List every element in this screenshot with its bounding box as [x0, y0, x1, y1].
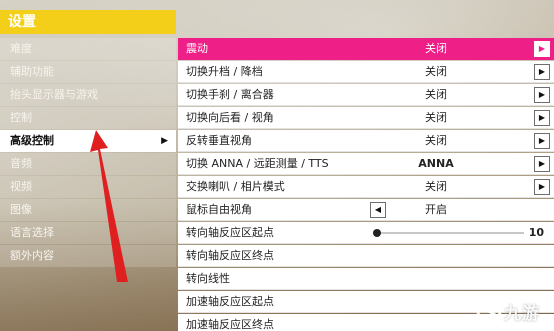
setting-value: 关闭 — [425, 65, 447, 78]
setting-label: 加速轴反应区起点 — [186, 295, 274, 308]
setting-label: 交换喇叭 / 相片模式 — [186, 180, 285, 193]
setting-row-toggle-anna-telemetry-tts[interactable]: 切换 ANNA / 远距测量 / TTS ANNA ▶ — [178, 153, 554, 175]
menu-item-hud-and-gameplay[interactable]: 抬头显示器与游戏 — [0, 84, 176, 106]
play-right-icon[interactable]: ▶ — [534, 64, 550, 80]
setting-label: 加速轴反应区终点 — [186, 318, 274, 331]
menu-item-label: 图像 — [10, 203, 32, 216]
menu-item-audio[interactable]: 音频 — [0, 153, 176, 175]
play-right-icon[interactable]: ▶ — [534, 87, 550, 103]
menu-item-extra-content[interactable]: 额外内容 — [0, 245, 176, 267]
menu-item-label: 辅助功能 — [10, 65, 54, 78]
menu-item-label: 视频 — [10, 180, 32, 193]
setting-value: 关闭 — [425, 180, 447, 193]
setting-label: 切换升档 / 降档 — [186, 65, 263, 78]
setting-row-toggle-upshift-downshift[interactable]: 切换升档 / 降档 关闭 ▶ — [178, 61, 554, 83]
menu-item-label: 额外内容 — [10, 249, 54, 262]
setting-row-toggle-handbrake-clutch[interactable]: 切换手刹 / 离合器 关闭 ▶ — [178, 84, 554, 106]
play-right-icon: ▶ — [161, 136, 168, 146]
menu-item-label: 控制 — [10, 111, 32, 124]
setting-value: 关闭 — [425, 111, 447, 124]
menu-item-label: 高级控制 — [10, 134, 54, 147]
menu-item-video[interactable]: 视频 — [0, 176, 176, 198]
setting-row-steering-linearity[interactable]: 转向线性 — [178, 268, 554, 290]
setting-value: 关闭 — [425, 134, 447, 147]
watermark: 九游 — [476, 296, 552, 326]
setting-label: 切换向后看 / 视角 — [186, 111, 274, 124]
advanced-controls-panel: 震动 关闭 ▶ 切换升档 / 降档 关闭 ▶ 切换手刹 / 离合器 关闭 ▶ 切… — [178, 38, 554, 331]
menu-item-label: 难度 — [10, 42, 32, 55]
setting-row-mouse-free-look[interactable]: 鼠标自由视角 ◀ 开启 — [178, 199, 554, 221]
setting-label: 切换手刹 / 离合器 — [186, 88, 274, 101]
menu-item-graphics[interactable]: 图像 — [0, 199, 176, 221]
play-right-icon[interactable]: ▶ — [534, 110, 550, 126]
steering-deadzone-slider[interactable] — [373, 229, 524, 237]
setting-value: 开启 — [425, 203, 447, 216]
play-left-icon[interactable]: ◀ — [370, 202, 386, 218]
setting-row-steering-deadzone-inside[interactable]: 转向轴反应区起点 10 — [178, 222, 554, 244]
setting-label: 鼠标自由视角 — [186, 203, 252, 216]
setting-row-invert-vertical-camera[interactable]: 反转垂直视角 关闭 ▶ — [178, 130, 554, 152]
settings-category-menu: 设置 难度 辅助功能 抬头显示器与游戏 控制 高级控制 ▶ 音频 视频 图像 语… — [0, 0, 178, 331]
watermark-logo-icon — [476, 298, 502, 324]
setting-value: 关闭 — [425, 88, 447, 101]
slider-thumb[interactable] — [373, 229, 381, 237]
menu-item-accessibility[interactable]: 辅助功能 — [0, 61, 176, 83]
menu-item-label: 语言选择 — [10, 226, 54, 239]
play-right-icon[interactable]: ▶ — [534, 41, 550, 57]
setting-value: 10 — [528, 226, 544, 239]
setting-value: ANNA — [418, 157, 454, 170]
menu-item-controls[interactable]: 控制 — [0, 107, 176, 129]
menu-item-language[interactable]: 语言选择 — [0, 222, 176, 244]
menu-item-advanced-controls[interactable]: 高级控制 ▶ — [0, 130, 176, 152]
setting-label: 切换 ANNA / 远距测量 / TTS — [186, 157, 329, 170]
setting-label: 转向轴反应区起点 — [186, 226, 274, 239]
watermark-text: 九游 — [504, 304, 540, 324]
settings-title: 设置 — [0, 10, 176, 34]
menu-item-difficulty[interactable]: 难度 — [0, 38, 176, 60]
setting-label: 转向线性 — [186, 272, 230, 285]
setting-label: 转向轴反应区终点 — [186, 249, 274, 262]
play-right-icon[interactable]: ▶ — [534, 156, 550, 172]
setting-label: 反转垂直视角 — [186, 134, 252, 147]
setting-label: 震动 — [186, 42, 208, 55]
setting-value: 关闭 — [425, 42, 447, 55]
setting-row-toggle-lookback-camera[interactable]: 切换向后看 / 视角 关闭 ▶ — [178, 107, 554, 129]
setting-row-vibration[interactable]: 震动 关闭 ▶ — [178, 38, 554, 60]
setting-row-swap-horn-photo-mode[interactable]: 交换喇叭 / 相片模式 关闭 ▶ — [178, 176, 554, 198]
menu-item-label: 抬头显示器与游戏 — [10, 88, 98, 101]
menu-item-label: 音频 — [10, 157, 32, 170]
setting-row-steering-deadzone-outside[interactable]: 转向轴反应区终点 — [178, 245, 554, 267]
play-right-icon[interactable]: ▶ — [534, 179, 550, 195]
play-right-icon[interactable]: ▶ — [534, 133, 550, 149]
